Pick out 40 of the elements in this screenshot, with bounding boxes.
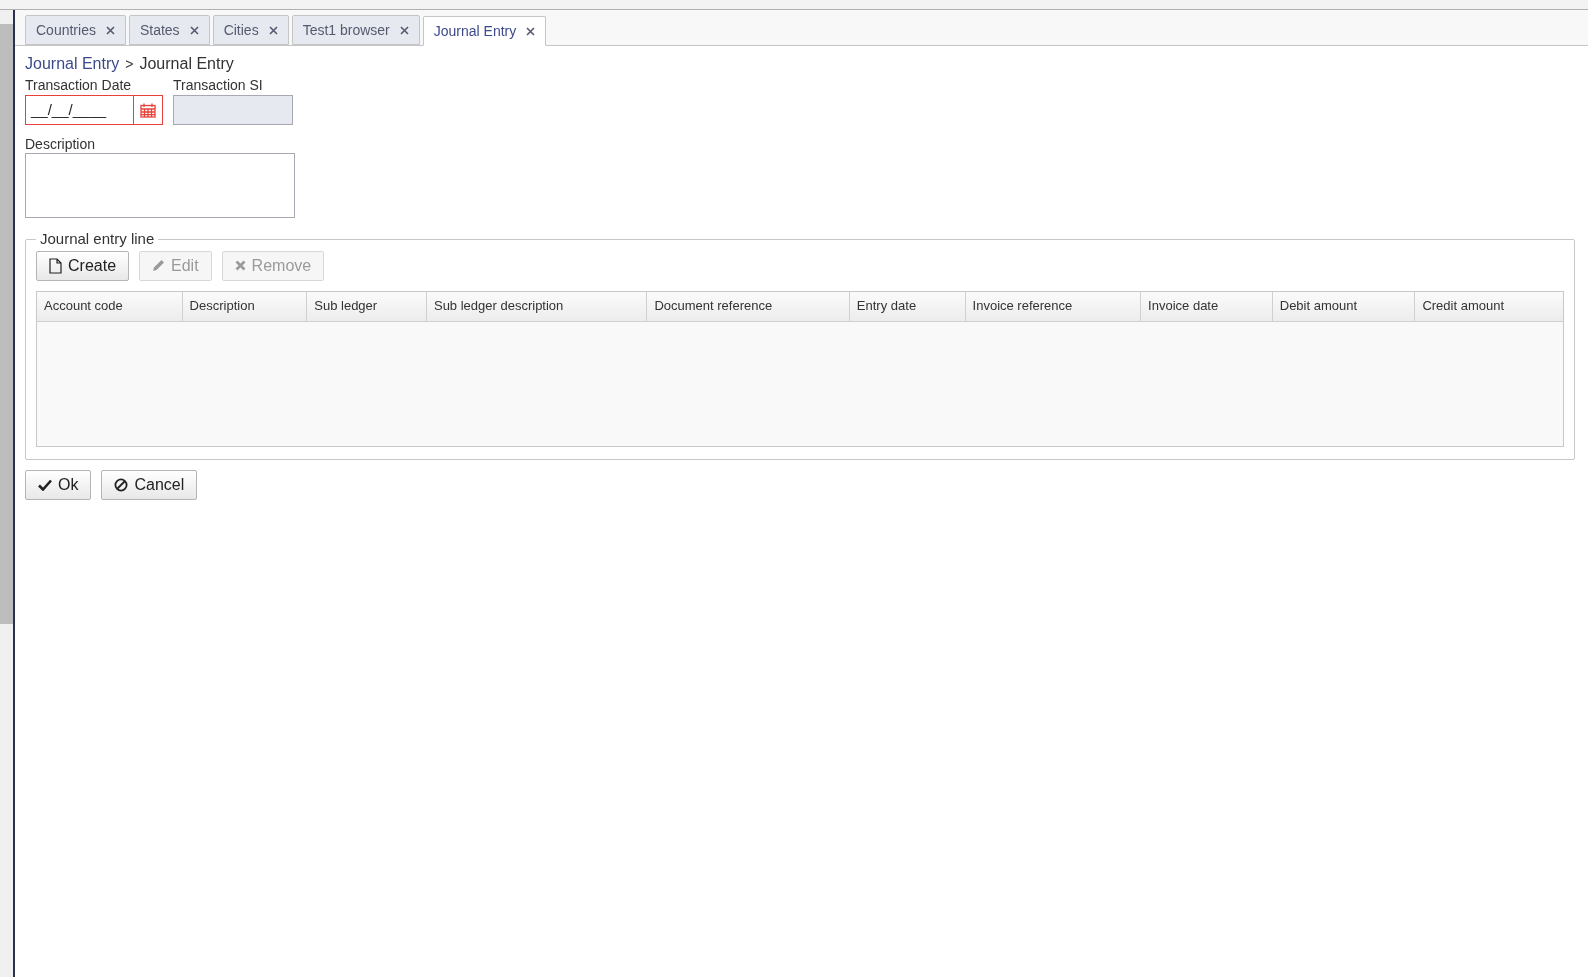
date-field[interactable]: __/__/____ xyxy=(25,95,163,125)
tab[interactable]: Cities xyxy=(212,15,289,45)
close-icon[interactable] xyxy=(105,25,115,35)
column-header[interactable]: Account code xyxy=(37,291,182,321)
close-icon[interactable] xyxy=(189,25,199,35)
close-icon[interactable] xyxy=(399,25,409,35)
column-header[interactable]: Entry date xyxy=(848,291,965,321)
create-button[interactable]: Create xyxy=(36,250,130,281)
column-header[interactable]: Invoice date xyxy=(1140,291,1272,321)
document-icon xyxy=(49,257,62,274)
column-header[interactable]: Document reference xyxy=(646,291,849,321)
calendar-icon[interactable] xyxy=(140,102,156,118)
field-label: Description xyxy=(25,135,97,153)
column-header[interactable]: Debit amount xyxy=(1271,291,1415,321)
close-icon[interactable] xyxy=(526,26,536,36)
ok-button[interactable]: Ok xyxy=(25,469,92,500)
tab[interactable]: States xyxy=(128,15,210,45)
check-icon xyxy=(38,478,52,491)
x-icon xyxy=(234,260,246,271)
column-header[interactable]: Description xyxy=(181,291,307,321)
close-icon[interactable] xyxy=(268,25,278,35)
scrollbar[interactable] xyxy=(0,10,15,977)
column-header[interactable]: Sub ledger description xyxy=(425,291,647,321)
breadcrumb-link[interactable]: Journal Entry xyxy=(25,52,120,76)
tab[interactable]: Test1 browser xyxy=(291,15,420,45)
column-header[interactable]: Credit amount xyxy=(1414,291,1563,321)
column-header[interactable]: Sub ledger xyxy=(306,291,426,321)
cancel-button[interactable]: Cancel xyxy=(101,469,198,500)
date-value: __/__/____ xyxy=(29,99,108,120)
pencil-icon xyxy=(152,259,166,272)
field-label: Transaction Date xyxy=(25,76,133,94)
breadcrumb-current: Journal Entry xyxy=(139,54,234,74)
tab[interactable]: Journal Entry xyxy=(422,16,547,46)
breadcrumb-separator: > xyxy=(125,55,134,74)
tab[interactable]: Countries xyxy=(25,15,126,45)
field-label: Transaction SI xyxy=(173,76,264,94)
panel-legend: Journal entry line xyxy=(36,228,159,251)
column-header[interactable]: Invoice reference xyxy=(964,291,1141,321)
prohibited-icon xyxy=(114,477,129,492)
description-field[interactable] xyxy=(25,153,295,218)
